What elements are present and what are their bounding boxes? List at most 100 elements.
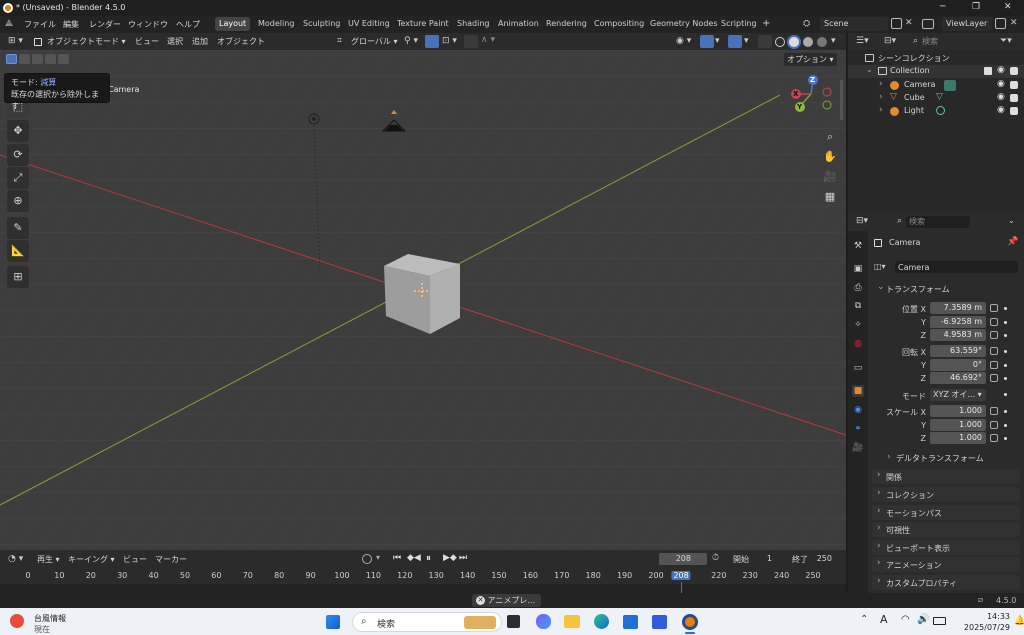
- jump-start-icon[interactable]: ⏮: [393, 553, 401, 563]
- playhead-line[interactable]: [681, 582, 683, 593]
- blender-menu-icon[interactable]: ⟁: [5, 19, 17, 30]
- panel-visibility[interactable]: 可視性: [872, 522, 1020, 537]
- menu-view[interactable]: ビュー: [132, 35, 162, 48]
- keyframe-dot-icon[interactable]: [1004, 424, 1007, 427]
- pen-app-icon[interactable]: [652, 615, 667, 629]
- notification-icon[interactable]: 🔔: [1014, 616, 1024, 626]
- stopwatch-icon[interactable]: ⏱: [712, 553, 719, 563]
- outliner-scroll-handle[interactable]: [840, 80, 843, 120]
- menu-object[interactable]: オブジェクト: [214, 35, 268, 48]
- menu-select[interactable]: 選択: [164, 35, 186, 48]
- rotation-x-field[interactable]: 63.559°: [930, 345, 986, 357]
- perspective-grid-icon[interactable]: ▦: [820, 187, 840, 207]
- outliner-item-camera[interactable]: › Camera ◉: [848, 79, 1024, 92]
- jump-keyframe-forward-icon[interactable]: ▶◆: [443, 553, 457, 563]
- view-layer-icon[interactable]: [922, 19, 934, 29]
- keyframe-dot-icon[interactable]: [1004, 364, 1007, 367]
- copilot-icon[interactable]: [536, 614, 551, 629]
- select-intersect-icon[interactable]: [58, 54, 69, 64]
- end-frame-field[interactable]: 250: [790, 553, 836, 565]
- measure-tool-icon[interactable]: 📐: [7, 240, 29, 262]
- object-tab-icon[interactable]: ■: [852, 385, 864, 397]
- tab-layout[interactable]: Layout: [215, 17, 251, 31]
- gizmo-toggle-icon[interactable]: [700, 35, 714, 48]
- outliner-editor-icon[interactable]: ☰▾: [856, 36, 869, 46]
- scene-icon[interactable]: ⛭: [803, 19, 810, 29]
- animation-notice[interactable]: ✕ アニメプレ...: [472, 594, 542, 607]
- constraints-tab-icon[interactable]: ⚭: [852, 423, 864, 435]
- tab-shading[interactable]: Shading: [453, 17, 494, 31]
- outliner-search-input[interactable]: 検索: [922, 36, 986, 48]
- proportional-edit-icon[interactable]: [464, 35, 478, 48]
- viewport-3d[interactable]: Camera オプション ▾ ⬚ ✥ ⟳ ⤢ ⊕ ✎ 📐 ⊞ X Y Z ⌕ ✋…: [0, 50, 846, 550]
- menu-window[interactable]: ウィンドウ: [128, 19, 168, 30]
- menu-keying[interactable]: キーイング ▾: [65, 553, 118, 566]
- keyframe-dot-icon[interactable]: [1004, 350, 1007, 353]
- menu-playback[interactable]: 再生 ▾: [34, 553, 63, 566]
- properties-editor-icon[interactable]: ⊟▾: [856, 216, 868, 226]
- menu-edit[interactable]: 編集: [63, 19, 79, 30]
- panel-relations[interactable]: 関係: [872, 469, 1020, 484]
- minimize-button[interactable]: ─: [940, 2, 945, 12]
- menu-help[interactable]: ヘルプ: [176, 19, 200, 30]
- lock-icon[interactable]: [990, 421, 998, 429]
- add-cube-tool-icon[interactable]: ⊞: [7, 266, 29, 288]
- collapse-arrow-icon[interactable]: ⌄: [866, 65, 873, 74]
- edge-browser-icon[interactable]: [594, 614, 609, 629]
- shading-solid-icon[interactable]: [789, 37, 799, 47]
- jump-end-icon[interactable]: ⏭: [459, 553, 467, 563]
- rotation-z-field[interactable]: 46.692°: [930, 372, 986, 384]
- volume-icon[interactable]: 🔊: [917, 614, 929, 625]
- new-view-layer-icon[interactable]: [995, 18, 1006, 29]
- expand-arrow-icon[interactable]: ›: [879, 92, 883, 102]
- tab-sculpting[interactable]: Sculpting: [299, 17, 344, 31]
- visibility-dropdown-icon[interactable]: ◉ ▾: [676, 36, 691, 46]
- lock-icon[interactable]: [990, 434, 998, 442]
- scene-tab-icon[interactable]: ✧: [852, 319, 864, 331]
- outliner-filter-icon[interactable]: ⏷▾: [1000, 36, 1012, 46]
- wifi-icon[interactable]: ◠: [901, 614, 910, 625]
- select-extend-icon[interactable]: [19, 54, 30, 64]
- select-invert-icon[interactable]: [45, 54, 56, 64]
- tab-scripting[interactable]: Scripting: [717, 17, 761, 31]
- move-tool-icon[interactable]: ✥: [7, 120, 29, 142]
- rotate-tool-icon[interactable]: ⟳: [7, 144, 29, 166]
- transform-panel-header[interactable]: ⌄ トランスフォーム: [872, 282, 1020, 296]
- select-subtract-icon[interactable]: [32, 54, 43, 64]
- file-explorer-icon[interactable]: [564, 615, 580, 628]
- panel-viewport-display[interactable]: ビューポート表示: [872, 540, 1020, 555]
- object-name-field[interactable]: Camera: [895, 261, 1018, 273]
- camera-data-icon[interactable]: [944, 80, 956, 91]
- tab-rendering[interactable]: Rendering: [542, 17, 591, 31]
- panel-animation[interactable]: アニメーション: [872, 557, 1020, 572]
- store-icon[interactable]: [623, 615, 638, 629]
- shading-material-icon[interactable]: [803, 37, 813, 47]
- start-frame-field[interactable]: 1: [730, 553, 778, 565]
- current-frame-field[interactable]: 208: [659, 553, 707, 565]
- ime-indicator[interactable]: A: [880, 613, 888, 626]
- tab-texture-paint[interactable]: Texture Paint: [393, 17, 453, 31]
- light-data-icon[interactable]: [936, 106, 945, 115]
- snap-dropdown-icon[interactable]: ⊡ ▾: [442, 36, 457, 46]
- tab-animation[interactable]: Animation: [494, 17, 543, 31]
- object-data-tab-icon[interactable]: 🎥: [852, 442, 864, 454]
- pan-hand-icon[interactable]: ✋: [820, 147, 840, 167]
- cube-render-icon[interactable]: [1010, 94, 1018, 102]
- tray-overflow-icon[interactable]: ⌃: [860, 614, 868, 625]
- weather-title[interactable]: 台風情報: [34, 613, 66, 624]
- expand-arrow-icon[interactable]: ›: [879, 105, 883, 115]
- mode-dropdown[interactable]: オブジェクトモード ▾: [44, 35, 129, 48]
- scale-tool-icon[interactable]: ⤢: [7, 167, 29, 189]
- lock-icon[interactable]: [990, 361, 998, 369]
- panel-custom-properties[interactable]: カスタムプロパティ: [872, 575, 1020, 590]
- delta-transform-panel[interactable]: › デルタトランスフォーム: [884, 452, 1020, 465]
- camera-render-icon[interactable]: [1010, 81, 1018, 89]
- keyframe-dot-icon[interactable]: [1004, 393, 1007, 396]
- scale-z-field[interactable]: 1.000: [930, 432, 986, 444]
- overlay-dropdown-icon[interactable]: ▾: [744, 36, 749, 46]
- timeline-editor-icon[interactable]: ◔ ▾: [8, 554, 23, 564]
- overlay-toggle-icon[interactable]: [728, 35, 742, 48]
- remove-view-layer-icon[interactable]: ✕: [1010, 18, 1018, 28]
- object-browse-icon[interactable]: ◫▾: [874, 262, 886, 271]
- properties-options-icon[interactable]: ⌄: [1008, 216, 1015, 225]
